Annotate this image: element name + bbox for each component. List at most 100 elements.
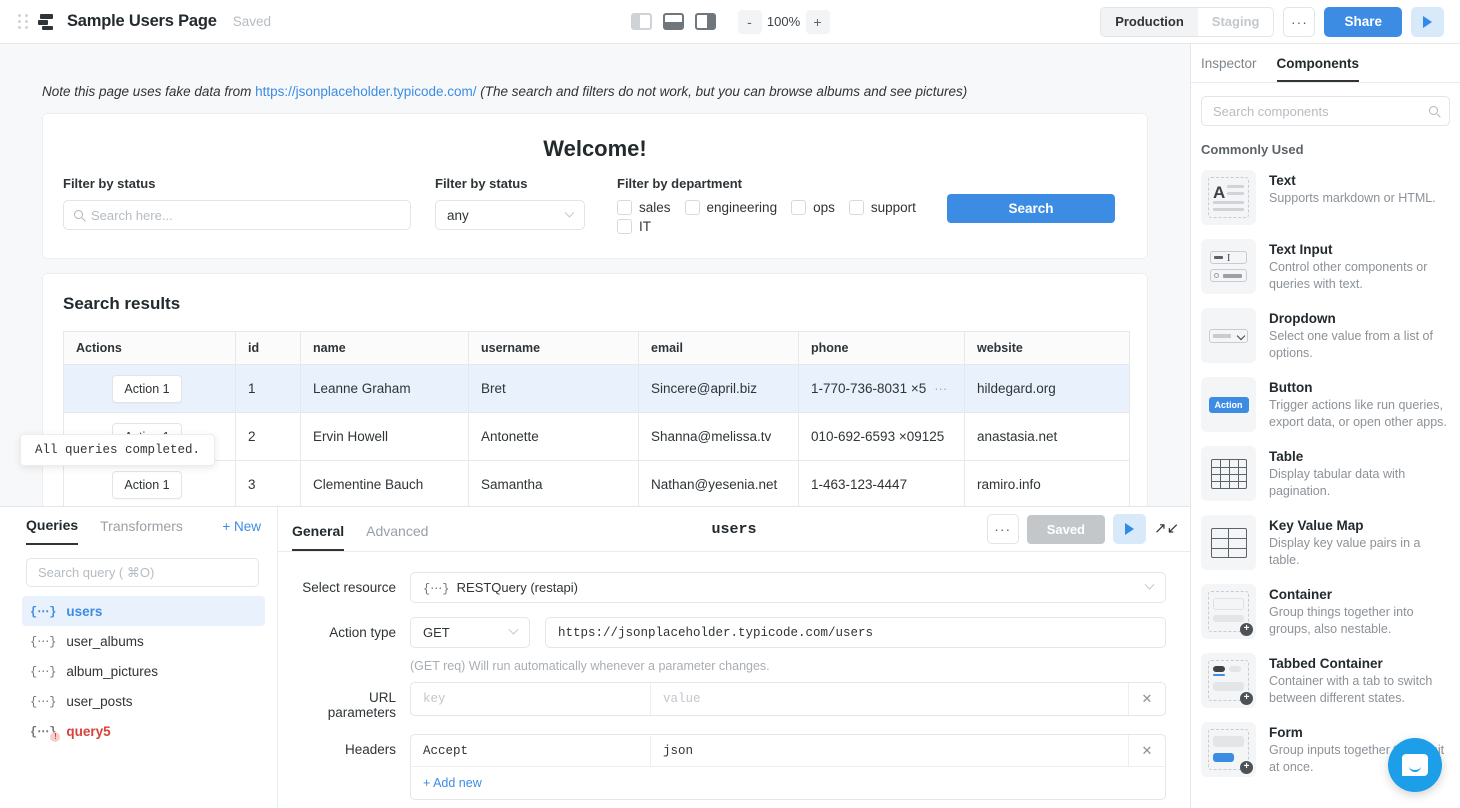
cell-website: anastasia.net — [965, 413, 1130, 461]
zoom-in-button[interactable]: + — [806, 10, 830, 34]
query-hint-text: (GET req) Will run automatically wheneve… — [410, 659, 1166, 673]
status-search-group: Filter by status Search here... — [63, 170, 435, 230]
table-row[interactable]: Action 1 1 Leanne Graham Bret Sincere@ap… — [64, 365, 1130, 413]
table-row[interactable]: Action 1 3 Clementine Bauch Samantha Nat… — [64, 461, 1130, 507]
new-query-button[interactable]: + New — [222, 519, 261, 544]
component-keyvalue-body: Key Value Map Display key value pairs in… — [1269, 515, 1450, 570]
checkbox-it[interactable]: IT — [617, 219, 651, 234]
query-item-label: album_pictures — [66, 664, 158, 679]
typicode-link[interactable]: https://jsonplaceholder.typicode.com/ — [255, 84, 476, 99]
department-group: Filter by department sales engineering o… — [617, 170, 947, 234]
checkbox-engineering[interactable]: engineering — [685, 200, 778, 215]
toolbar-right-group: Production Staging ··· Share — [1100, 7, 1444, 37]
toast-notification: All queries completed. — [20, 434, 215, 466]
tab-general[interactable]: General — [292, 507, 344, 551]
zoom-out-button[interactable]: - — [738, 10, 762, 34]
status-dropdown[interactable]: any — [435, 200, 585, 230]
col-name[interactable]: name — [301, 332, 469, 365]
right-panel-toggle-icon[interactable] — [695, 13, 716, 30]
url-parameter-value-input[interactable]: value — [651, 683, 1129, 715]
checkbox-label: sales — [639, 200, 671, 215]
resource-dropdown[interactable]: {⋯} RESTQuery (restapi) — [410, 572, 1166, 603]
http-method-value: GET — [423, 625, 450, 640]
remove-url-parameter-icon[interactable]: ✕ — [1129, 683, 1165, 715]
remove-header-icon[interactable]: ✕ — [1129, 735, 1165, 766]
component-container-body: Container Group things together into gro… — [1269, 584, 1450, 639]
component-item-text-input[interactable]: I Text Input Control other components or… — [1191, 232, 1460, 301]
checkbox-ops[interactable]: ops — [791, 200, 835, 215]
action-type-label: Action type — [302, 617, 410, 640]
code-braces-icon: {⋯}! — [30, 724, 56, 739]
query-run-button[interactable] — [1113, 514, 1146, 544]
error-badge-icon: ! — [50, 732, 60, 742]
col-username[interactable]: username — [469, 332, 639, 365]
drag-handle-icon[interactable] — [18, 14, 28, 29]
components-search-input[interactable]: Search components — [1201, 96, 1450, 126]
component-item-key-value-map[interactable]: Key Value Map Display key value pairs in… — [1191, 508, 1460, 577]
row-action-button[interactable]: Action 1 — [112, 375, 182, 403]
tab-components[interactable]: Components — [1277, 56, 1360, 82]
query-tabs: Queries Transformers + New — [0, 507, 277, 545]
keyvalue-thumb-icon — [1201, 515, 1256, 570]
plus-badge-icon: + — [1240, 692, 1253, 705]
component-item-container[interactable]: + Container Group things together into g… — [1191, 577, 1460, 646]
col-actions[interactable]: Actions — [64, 332, 236, 365]
preview-run-button[interactable] — [1411, 7, 1444, 37]
query-item-query5[interactable]: {⋯}! query5 — [22, 716, 265, 746]
url-parameter-key-input[interactable]: key — [411, 683, 651, 715]
component-item-table[interactable]: Table Display tabular data with paginati… — [1191, 439, 1460, 508]
table-row[interactable]: Action 1 2 Ervin Howell Antonette Shanna… — [64, 413, 1130, 461]
query-item-user-posts[interactable]: {⋯} user_posts — [22, 686, 265, 716]
env-staging-button[interactable]: Staging — [1198, 8, 1274, 36]
url-parameters-row: URL parameters key value ✕ — [302, 682, 1166, 720]
cell-email: Nathan@yesenia.net — [639, 461, 799, 507]
page-title: Sample Users Page — [67, 12, 217, 31]
col-id[interactable]: id — [236, 332, 301, 365]
bottom-panel-toggle-icon[interactable] — [663, 13, 684, 30]
tab-inspector[interactable]: Inspector — [1201, 56, 1257, 82]
query-form: Select resource {⋯} RESTQuery (restapi) … — [278, 552, 1190, 808]
url-input[interactable]: https://jsonplaceholder.typicode.com/use… — [545, 617, 1166, 648]
cell-actions: Action 1 — [64, 461, 236, 507]
query-more-options-button[interactable]: ··· — [987, 514, 1019, 544]
add-new-header-button[interactable]: + Add new — [411, 767, 494, 799]
col-phone[interactable]: phone — [799, 332, 965, 365]
expand-editor-icon[interactable]: ↗↙ — [1154, 519, 1174, 539]
more-options-button[interactable]: ··· — [1283, 7, 1315, 37]
left-panel-toggle-icon[interactable] — [631, 13, 652, 30]
col-email[interactable]: email — [639, 332, 799, 365]
code-braces-icon: {⋯} — [30, 694, 56, 709]
header-key-input[interactable]: Accept — [411, 735, 651, 766]
query-item-user-albums[interactable]: {⋯} user_albums — [22, 626, 265, 656]
tab-advanced[interactable]: Advanced — [366, 507, 428, 551]
checkbox-box-icon — [617, 219, 632, 234]
intercom-chat-button[interactable] — [1388, 738, 1442, 792]
query-search-input[interactable]: Search query ( ⌘O) — [26, 558, 259, 587]
cell-phone-value: 1-770-736-8031 ×5 — [811, 381, 926, 396]
plus-badge-icon: + — [1240, 623, 1253, 636]
env-production-button[interactable]: Production — [1101, 8, 1198, 36]
component-item-dropdown[interactable]: Dropdown Select one value from a list of… — [1191, 301, 1460, 370]
component-item-text[interactable]: A Text Supports markdown or HTML. — [1191, 163, 1460, 232]
tab-queries[interactable]: Queries — [26, 517, 78, 545]
search-input[interactable]: Search here... — [63, 200, 411, 230]
query-item-users[interactable]: {⋯} users — [22, 596, 265, 626]
tab-transformers[interactable]: Transformers — [100, 518, 183, 544]
search-button[interactable]: Search — [947, 194, 1115, 223]
component-item-tabbed-container[interactable]: + Tabbed Container Container with a tab … — [1191, 646, 1460, 715]
component-button-body: Button Trigger actions like run queries,… — [1269, 377, 1450, 432]
cell-username: Antonette — [469, 413, 639, 461]
checkbox-sales[interactable]: sales — [617, 200, 671, 215]
component-item-button[interactable]: Action Button Trigger actions like run q… — [1191, 370, 1460, 439]
http-method-dropdown[interactable]: GET — [410, 617, 530, 648]
component-description: Display tabular data with pagination. — [1269, 466, 1450, 500]
query-saved-button[interactable]: Saved — [1027, 515, 1105, 544]
row-action-button[interactable]: Action 1 — [112, 471, 182, 499]
header-value-input[interactable]: json — [651, 735, 1129, 766]
checkbox-support[interactable]: support — [849, 200, 916, 215]
share-button[interactable]: Share — [1324, 7, 1402, 37]
col-website[interactable]: website — [965, 332, 1130, 365]
top-toolbar: Sample Users Page Saved - 100% + Product… — [0, 0, 1460, 44]
query-item-album-pictures[interactable]: {⋯} album_pictures — [22, 656, 265, 686]
checkbox-label: engineering — [707, 200, 778, 215]
